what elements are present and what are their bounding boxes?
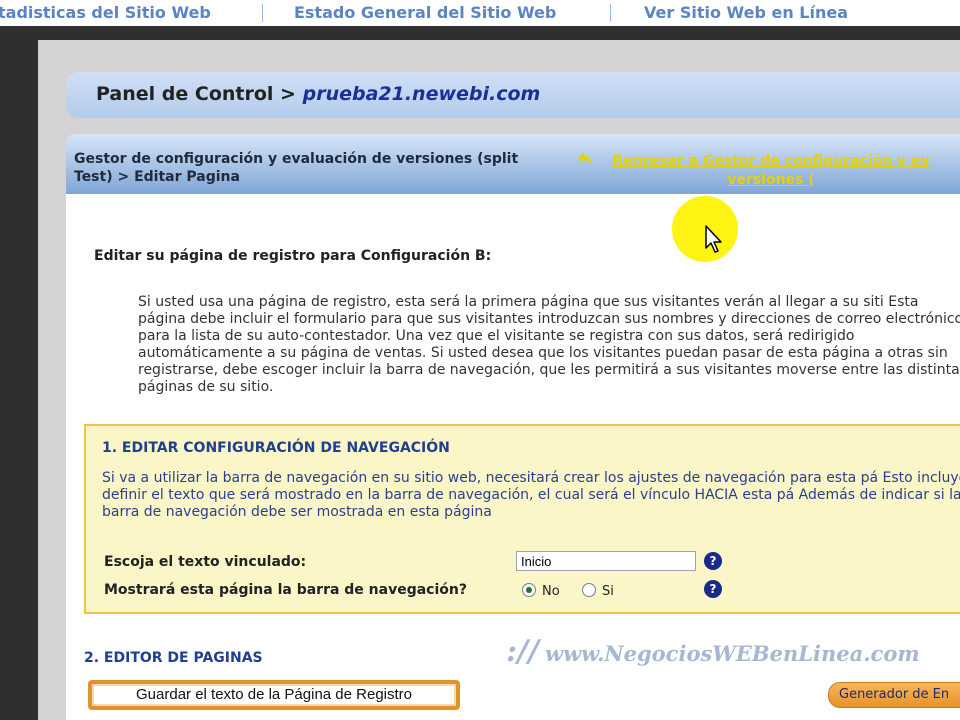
back-to-manager-link[interactable]: Regresar a Gestor de configuración y ev … — [576, 152, 960, 190]
navigation-settings-box: 1. EDITAR CONFIGURACIÓN DE NAVEGACIÓN Si… — [84, 424, 960, 614]
tab-ver-sitio[interactable]: Ver Sitio Web en Línea — [644, 2, 848, 24]
watermark-slashes: :// — [506, 634, 539, 669]
link-text-label: Escoja el texto vinculado: — [104, 554, 307, 570]
watermark-text: www.NegociosWEBenLinea.com — [545, 641, 920, 666]
help-icon[interactable]: ? — [704, 552, 722, 570]
breadcrumb: Panel de Control > prueba21.newebi.com — [96, 83, 540, 105]
link-text-input[interactable] — [516, 551, 696, 571]
help-icon[interactable]: ? — [704, 580, 722, 598]
page-heading: Editar su página de registro para Config… — [94, 248, 492, 264]
watermark: ://www.NegociosWEBenLinea.com — [506, 634, 920, 669]
breadcrumb-bar: Panel de Control > prueba21.newebi.com — [66, 72, 960, 118]
generator-button[interactable]: Generador de En — [828, 682, 960, 708]
tab-estadisticas[interactable]: tadisticas del Sitio Web — [0, 2, 211, 24]
radio-no-label: No — [542, 584, 560, 599]
content-panel: Gestor de configuración y evaluación de … — [66, 134, 960, 720]
tab-separator — [262, 4, 263, 22]
radio-si-label: Si — [602, 584, 614, 599]
page-frame: Panel de Control > prueba21.newebi.com G… — [38, 40, 960, 720]
save-registration-page-button[interactable]: Guardar el texto de la Página de Registr… — [88, 680, 460, 710]
show-nav-label: Mostrará esta página la barra de navegac… — [104, 582, 467, 598]
mouse-pointer-icon — [705, 225, 722, 253]
tab-separator — [610, 4, 611, 22]
navigation-section-text: Si va a utilizar la barra de navegación … — [102, 470, 960, 520]
top-navigation: tadisticas del Sitio Web Estado General … — [0, 0, 960, 26]
radio-si[interactable] — [582, 583, 596, 597]
breadcrumb-prefix[interactable]: Panel de Control > — [96, 83, 296, 105]
editor-section-title: 2. EDITOR DE PAGINAS — [84, 650, 263, 666]
breadcrumb-site: prueba21.newebi.com — [302, 83, 541, 105]
page-title: Gestor de configuración y evaluación de … — [74, 151, 519, 185]
radio-no[interactable] — [522, 583, 536, 597]
navigation-section-title: 1. EDITAR CONFIGURACIÓN DE NAVEGACIÓN — [102, 440, 450, 456]
section-header: Gestor de configuración y evaluación de … — [66, 134, 960, 194]
tab-estado-general[interactable]: Estado General del Sitio Web — [294, 2, 556, 24]
intro-text: Si usted usa una página de registro, est… — [138, 294, 960, 395]
